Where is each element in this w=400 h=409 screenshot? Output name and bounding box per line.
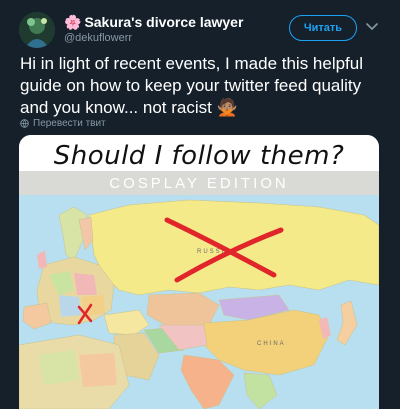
media-subtitle: COSPLAY EDITION [109, 175, 289, 192]
avatar-image [19, 12, 55, 48]
map-label-china: CHINA [257, 341, 286, 347]
media-title: Should I follow them? [53, 141, 345, 171]
author-block: 🌸 Sakura's divorce lawyer @dekuflowerr [64, 14, 274, 46]
translate-label: Перевести твит [33, 118, 106, 129]
tweet-card: 🌸 Sakura's divorce lawyer @dekuflowerr Чи… [0, 0, 400, 409]
translate-tweet-link[interactable]: Перевести твит [20, 118, 106, 129]
author-name-text: Sakura's divorce lawyer [84, 14, 244, 30]
tweet-media-image[interactable]: Should I follow them? COSPLAY EDITION RU… [19, 135, 379, 409]
eurasia-map: RUSSIA CHINA [19, 195, 379, 409]
follow-button[interactable]: Читать [289, 15, 357, 41]
avatar[interactable] [19, 12, 55, 48]
tweet-text: Hi in light of recent events, I made thi… [20, 54, 364, 117]
flower-icon: 🌸 [64, 14, 82, 30]
author-handle[interactable]: @dekuflowerr [64, 31, 274, 46]
globe-icon [20, 119, 29, 128]
author-display-name[interactable]: 🌸 Sakura's divorce lawyer [64, 14, 274, 31]
chevron-down-icon[interactable] [364, 19, 380, 35]
